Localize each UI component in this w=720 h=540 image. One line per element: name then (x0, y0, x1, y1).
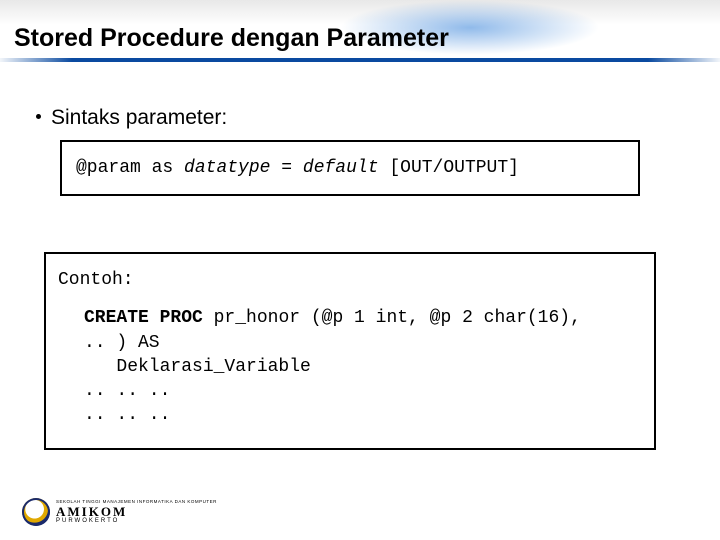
header-gradient (0, 0, 720, 25)
syntax-outopt: [OUT/OUTPUT] (389, 158, 519, 178)
code-line1b: pr_honor (@p 1 int, @p 2 char(16), (203, 308, 581, 328)
bullet-item: Sintaks parameter: (36, 106, 227, 130)
syntax-as: as (152, 158, 174, 178)
code-line5: .. .. .. (84, 405, 170, 425)
logo-icon (22, 498, 50, 526)
footer-name: AMIKOM (56, 505, 217, 518)
syntax-box: @param as datatype = default [OUT/OUTPUT… (60, 140, 640, 196)
code-line2: .. ) AS (84, 333, 160, 353)
slide-title: Stored Procedure dengan Parameter (14, 24, 449, 53)
bullet-label: Sintaks parameter: (51, 106, 227, 129)
syntax-datatype: datatype (184, 158, 270, 178)
example-code: CREATE PROC pr_honor (@p 1 int, @p 2 cha… (58, 306, 642, 427)
code-line4: .. .. .. (84, 381, 170, 401)
code-keyword: CREATE PROC (84, 308, 203, 328)
footer-text: SEKOLAH TINGGI MANAJEMEN INFORMATIKA DAN… (56, 500, 217, 524)
syntax-default: default (303, 158, 379, 178)
example-label: Contoh: (58, 268, 642, 292)
syntax-param: @param (76, 158, 141, 178)
title-underline (0, 58, 720, 62)
bullet-dot-icon (36, 114, 41, 119)
footer-city: PURWOKERTO (56, 518, 217, 524)
example-box: Contoh: CREATE PROC pr_honor (@p 1 int, … (44, 252, 656, 450)
syntax-eq: = (281, 158, 292, 178)
code-line3: Deklarasi_Variable (84, 357, 311, 377)
footer: SEKOLAH TINGGI MANAJEMEN INFORMATIKA DAN… (22, 498, 217, 526)
